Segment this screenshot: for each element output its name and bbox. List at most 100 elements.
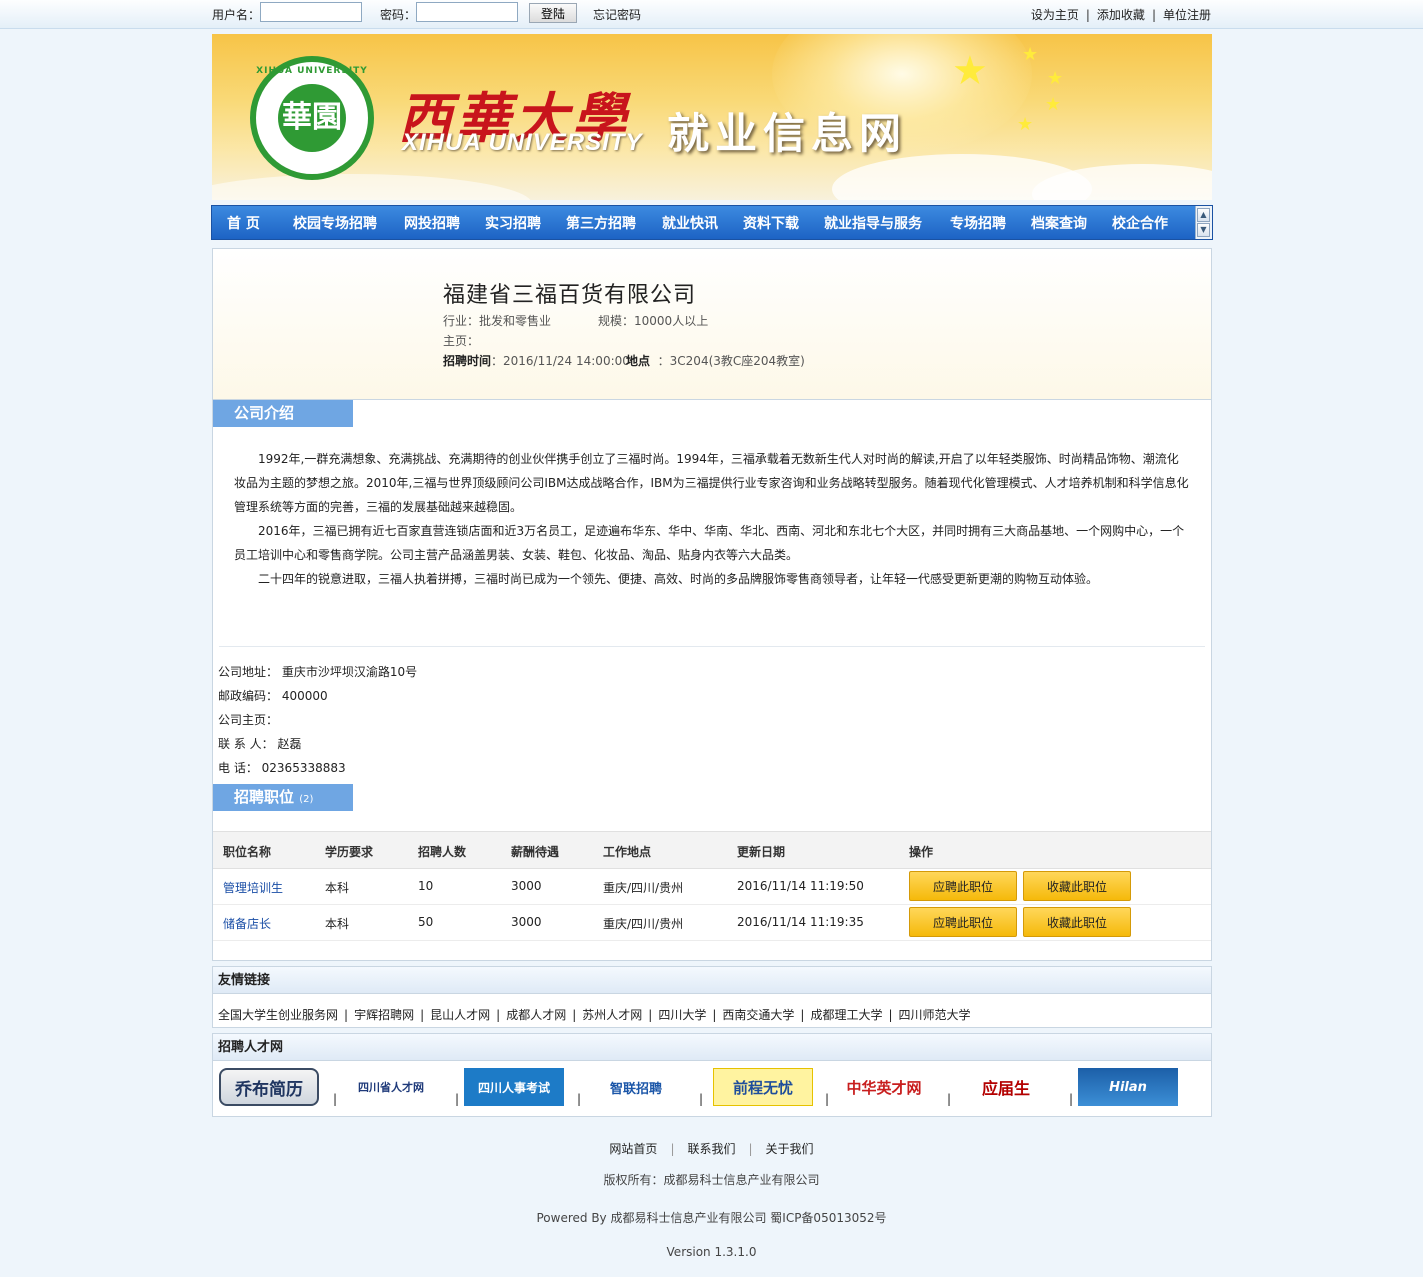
friend-link[interactable]: 全国大学生创业服务网 xyxy=(218,1008,338,1022)
nav-news[interactable]: 就业快讯 xyxy=(662,213,718,233)
job-name-link[interactable]: 管理培训生 xyxy=(223,879,283,896)
company-header: 福建省三福百货有限公司 行业：批发和零售业 规模：10000人以上 主页： 招聘… xyxy=(213,249,1211,400)
favorite-job-button[interactable]: 收藏此职位 xyxy=(1023,907,1131,937)
job-updated: 2016/11/14 11:19:50 xyxy=(737,879,864,893)
jobs-table-header: 职位名称 学历要求 招聘人数 薪酬待遇 工作地点 更新日期 操作 xyxy=(213,831,1211,869)
col-job-name: 职位名称 xyxy=(223,845,272,859)
talent-sites-box: 招聘人才网 乔布简历 | 四川省人才网 | 四川人事考试 | 智联招聘 | 前程… xyxy=(212,1033,1212,1117)
star-icon: ★ xyxy=(952,48,988,94)
top-bar: 用户名： 密码： 登陆 忘记密码 设为主页 | 添加收藏 | 单位注册 xyxy=(0,0,1423,29)
footer-contact-link[interactable]: 联系我们 xyxy=(687,1142,735,1156)
job-education: 本科 xyxy=(325,881,350,895)
nav-archive-query[interactable]: 档案查询 xyxy=(1031,213,1087,233)
yingjiesheng-logo[interactable]: 应届生 xyxy=(956,1068,1056,1106)
nav-cooperation[interactable]: 校企合作 xyxy=(1112,213,1168,233)
nav-guidance[interactable]: 就业指导与服务 xyxy=(824,213,922,233)
nav-downloads[interactable]: 资料下载 xyxy=(743,213,799,233)
table-row: 储备店长 本科 50 3000 重庆/四川/贵州 2016/11/14 11:1… xyxy=(213,904,1211,941)
footer-home-link[interactable]: 网站首页 xyxy=(609,1142,657,1156)
company-register-link[interactable]: 单位注册 xyxy=(1163,8,1211,22)
forgot-password-link[interactable]: 忘记密码 xyxy=(593,6,641,23)
footer-links: 网站首页 | 联系我们 | 关于我们 xyxy=(609,1142,814,1156)
username-label: 用户名： xyxy=(212,8,261,22)
col-action: 操作 xyxy=(909,845,934,859)
company-industry: 行业：批发和零售业 xyxy=(443,314,552,328)
friend-link[interactable]: 成都人才网 xyxy=(506,1008,566,1022)
job-education: 本科 xyxy=(325,917,350,931)
company-phone: 电 话： 02365338883 xyxy=(218,761,346,775)
university-logo: XIHUA UNIVERSITY 華園 xyxy=(250,56,374,180)
apply-job-button[interactable]: 应聘此职位 xyxy=(909,907,1017,937)
job-location: 重庆/四川/贵州 xyxy=(603,881,684,895)
logo-ring-text: XIHUA UNIVERSITY xyxy=(256,66,368,76)
friend-link[interactable]: 四川师范大学 xyxy=(899,1008,971,1022)
nav-campus-recruitment[interactable]: 校园专场招聘 xyxy=(293,213,377,233)
nav-online-recruitment[interactable]: 网投招聘 xyxy=(404,213,460,233)
col-education: 学历要求 xyxy=(325,845,374,859)
password-label: 密码： xyxy=(380,8,417,22)
username-input[interactable] xyxy=(260,2,362,22)
job-count: 50 xyxy=(418,915,434,929)
company-homepage: 主页： xyxy=(443,334,480,348)
zhaopin-logo[interactable]: 智联招聘 xyxy=(586,1068,686,1106)
star-icon: ★ xyxy=(1022,44,1039,65)
job-salary: 3000 xyxy=(511,879,542,893)
job-name-link[interactable]: 储备店长 xyxy=(223,915,271,932)
friend-link[interactable]: 苏州人才网 xyxy=(582,1008,642,1022)
main-nav: 首 页 校园专场招聘 网投招聘 实习招聘 第三方招聘 就业快讯 资料下载 就业指… xyxy=(211,205,1213,240)
friend-links-list: 全国大学生创业服务网 | 宇辉招聘网 | 昆山人才网 | 成都人才网 | 苏州人才网 | 四川大学 |… xyxy=(218,1008,971,1022)
hilan-logo[interactable]: Hilan xyxy=(1078,1068,1178,1106)
footer-about-link[interactable]: 关于我们 xyxy=(766,1142,814,1156)
friend-link[interactable]: 昆山人才网 xyxy=(430,1008,490,1022)
star-icon: ★ xyxy=(1045,94,1062,115)
jobs-resume-logo[interactable]: 乔布简历 xyxy=(219,1068,319,1106)
scroll-down-icon[interactable]: ▼ xyxy=(1197,223,1210,237)
friend-link[interactable]: 宇辉招聘网 xyxy=(354,1008,414,1022)
chinahr-logo[interactable]: 中华英才网 xyxy=(834,1068,934,1106)
table-row: 管理培训生 本科 10 3000 重庆/四川/贵州 2016/11/14 11:… xyxy=(213,868,1211,905)
nav-home[interactable]: 首 页 xyxy=(227,213,260,233)
company-intro: 1992年,一群充满想象、充满挑战、充满期待的创业伙伴携手创立了三福时尚。199… xyxy=(234,447,1190,591)
company-zip: 邮政编码： 400000 xyxy=(218,689,328,703)
friend-link[interactable]: 西南交通大学 xyxy=(722,1008,794,1022)
star-icon: ★ xyxy=(1017,114,1034,135)
intro-paragraph: 2016年，三福已拥有近七百家直营连锁店面和近3万名员工，足迹遍布华东、华中、华… xyxy=(234,524,1185,562)
intro-paragraph: 二十四年的锐意进取，三福人执着拼搏，三福时尚已成为一个领先、便捷、高效、时尚的多… xyxy=(258,572,1099,586)
password-input[interactable] xyxy=(416,2,518,22)
nav-third-party[interactable]: 第三方招聘 xyxy=(566,213,636,233)
university-en-name: XIHUA UNIVERSITY xyxy=(402,129,643,156)
friend-link[interactable]: 四川大学 xyxy=(658,1008,706,1022)
nav-special-recruitment[interactable]: 专场招聘 xyxy=(950,213,1006,233)
logo-emblem: 華園 xyxy=(278,84,346,152)
top-links: 设为主页 | 添加收藏 | 单位注册 xyxy=(1030,8,1211,22)
set-homepage-link[interactable]: 设为主页 xyxy=(1031,8,1079,22)
friend-links-title: 友情链接 xyxy=(213,967,1211,994)
col-count: 招聘人数 xyxy=(418,845,467,859)
nav-internship[interactable]: 实习招聘 xyxy=(485,213,541,233)
header-banner: XIHUA UNIVERSITY 華園 西華大學 XIHUA UNIVERSIT… xyxy=(212,34,1212,200)
nav-scrollbar[interactable]: ▲ ▼ xyxy=(1195,206,1212,239)
jobs-section-title: 招聘职位 (2) xyxy=(213,784,353,811)
company-scale: 规模：10000人以上 xyxy=(598,314,709,328)
divider xyxy=(219,646,1205,647)
favorite-job-button[interactable]: 收藏此职位 xyxy=(1023,871,1131,901)
recruitment-time: 招聘时间：2016/11/24 14:00:00 xyxy=(443,354,630,368)
add-favorite-link[interactable]: 添加收藏 xyxy=(1097,8,1145,22)
job-count: 10 xyxy=(418,879,434,893)
col-location: 工作地点 xyxy=(603,845,652,859)
apply-job-button[interactable]: 应聘此职位 xyxy=(909,871,1017,901)
job-updated: 2016/11/14 11:19:35 xyxy=(737,915,864,929)
51job-logo[interactable]: 前程无忧 xyxy=(713,1068,813,1106)
sichuan-talent-logo[interactable]: 四川省人才网 xyxy=(341,1068,441,1106)
job-salary: 3000 xyxy=(511,915,542,929)
recruitment-place: 地点 ：3C204(3教C座204教室) xyxy=(626,354,805,368)
company-address: 公司地址： 重庆市沙坪坝汉渝路10号 xyxy=(218,665,418,679)
friend-link[interactable]: 成都理工大学 xyxy=(810,1008,882,1022)
scroll-up-icon[interactable]: ▲ xyxy=(1197,208,1210,222)
login-button[interactable]: 登陆 xyxy=(529,3,577,23)
site-title: 就业信息网 xyxy=(667,109,908,158)
sichuan-exam-logo[interactable]: 四川人事考试 xyxy=(464,1068,564,1106)
intro-paragraph: 1992年,一群充满想象、充满挑战、充满期待的创业伙伴携手创立了三福时尚。199… xyxy=(234,452,1189,514)
company-name: 福建省三福百货有限公司 xyxy=(443,283,697,308)
footer-version: Version 1.3.1.0 xyxy=(666,1245,757,1259)
